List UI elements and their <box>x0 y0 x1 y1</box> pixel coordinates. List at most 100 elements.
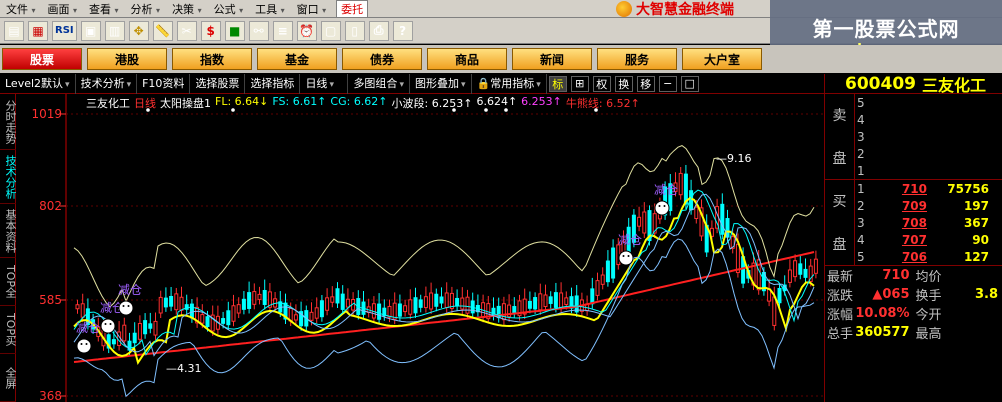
period-dropdown[interactable]: 日线 ▾ <box>300 73 349 94</box>
sell-row-5[interactable]: 5 <box>855 94 1002 111</box>
buy-volume: 75756 <box>947 181 989 196</box>
tech-analysis-dropdown[interactable]: 技术分析 ▾ <box>76 73 138 94</box>
kline-chart[interactable]: 1019 802 585 368 —9.16 —4.31 减仓 减仓 减仓 减仓 减仓 三友化工 日… <box>16 94 824 402</box>
select-indicator-button[interactable]: 选择指标 <box>245 73 301 94</box>
nav-fund[interactable]: 基金 <box>257 48 337 70</box>
signal-face-icon <box>100 318 116 334</box>
select-stock-button[interactable]: 选择股票 <box>190 73 246 94</box>
candle-body <box>548 296 553 304</box>
chart-icon[interactable]: ▦ <box>28 20 48 41</box>
move-icon[interactable]: ✥ <box>128 20 149 41</box>
print-icon[interactable]: ⎙ <box>368 20 389 41</box>
candle-body <box>678 172 683 196</box>
nav-bond[interactable]: 债券 <box>342 48 422 70</box>
quote-cell: 最新 710 <box>825 266 914 285</box>
menu-window[interactable]: 窗口 ▾ <box>291 1 333 17</box>
mark-button[interactable]: 标 <box>548 75 567 92</box>
menu-file[interactable]: 文件 ▾ <box>0 1 42 17</box>
candle-body <box>247 292 252 309</box>
candle-body <box>75 304 80 310</box>
nav-hk[interactable]: 港股 <box>87 48 167 70</box>
candle-body <box>553 292 558 308</box>
filter-icon[interactable]: ≡ <box>272 20 293 41</box>
candle-body <box>345 298 350 308</box>
tab-tech-analysis[interactable]: 技术分析 <box>0 150 17 204</box>
buy-level: 2 <box>857 198 865 213</box>
nav-stocks[interactable]: 股票 <box>2 48 82 70</box>
move-button[interactable]: 移 <box>636 75 655 92</box>
signal-face-icon <box>618 250 634 266</box>
f10-button[interactable]: F10资料 <box>137 73 191 94</box>
buy-row-3[interactable]: 3 708 367 <box>855 214 1002 231</box>
doc-icon[interactable]: ▯ <box>344 20 365 41</box>
buy-level: 5 <box>857 249 865 264</box>
candle-body <box>803 268 808 278</box>
quote-value: 710 <box>882 268 910 283</box>
menu-formula[interactable]: 公式 ▾ <box>208 1 250 17</box>
nav-service[interactable]: 服务 <box>597 48 677 70</box>
nav-vip-room[interactable]: 大户室 <box>682 48 762 70</box>
entrust-button[interactable]: 委托 <box>336 0 369 18</box>
chart-canvas[interactable]: 1019802585368—9.16—4.31减仓减仓减仓减仓减仓 <box>16 94 824 402</box>
quote-label: 总手 <box>827 327 854 342</box>
signal-eye-icon <box>663 205 666 207</box>
alarm-icon[interactable]: ⏰ <box>296 20 317 41</box>
buy-row-1[interactable]: 1 710 75756 <box>855 180 1002 197</box>
maximize-icon[interactable]: □ <box>680 75 699 92</box>
grid-icon[interactable]: ▣ <box>80 20 101 41</box>
minimize-icon[interactable]: − <box>658 75 677 92</box>
candle-body <box>132 332 137 344</box>
tab-top-all[interactable]: TOP全 <box>0 258 17 306</box>
common-indicator-dropdown[interactable]: 🔒常用指标 ▾ <box>472 73 547 94</box>
candle-body <box>455 297 460 307</box>
quote-value: 3.8 <box>974 287 998 302</box>
multi-chart-dropdown[interactable]: 多图组合 ▾ <box>348 73 410 94</box>
binoculars-icon[interactable]: ⚯ <box>248 20 269 41</box>
menu-decision[interactable]: 决策 ▾ <box>166 1 208 17</box>
candle-body <box>777 287 782 304</box>
buy-level: 1 <box>857 181 865 196</box>
menu-analysis[interactable]: 分析 ▾ <box>125 1 167 17</box>
rights-button[interactable]: 权 <box>592 75 611 92</box>
dollar-button[interactable]: $ <box>200 20 221 41</box>
level2-dropdown[interactable]: Level2默认 ▾ <box>0 73 76 94</box>
sell-row-1[interactable]: 1 <box>855 162 1002 179</box>
tab-fundamentals[interactable]: 基本资料 <box>0 204 17 258</box>
nav-commodity[interactable]: 商品 <box>427 48 507 70</box>
buy-price: 710 <box>901 181 927 196</box>
sell-row-4[interactable]: 4 <box>855 111 1002 128</box>
buy-row-4[interactable]: 4 707 90 <box>855 231 1002 248</box>
rsi-button[interactable]: RSI <box>52 20 77 41</box>
crosshair-icon[interactable]: ⊞ <box>570 75 589 92</box>
buy-orderbook: 买 盘 1 710 75756 2 709 197 3 708 367 4 707 90 5 706 127 <box>825 180 1002 266</box>
window-icon[interactable]: ▢ <box>320 20 341 41</box>
menu-view[interactable]: 画面 ▾ <box>42 1 84 17</box>
cut-icon[interactable]: ✂ <box>176 20 197 41</box>
sell-row-2[interactable]: 2 <box>855 145 1002 162</box>
tab-fullscreen[interactable]: 全屏 <box>0 354 17 402</box>
turnover-button[interactable]: 换 <box>614 75 633 92</box>
buy-row-5[interactable]: 5 706 127 <box>855 248 1002 265</box>
indicator-icon[interactable]: ■ <box>224 20 245 41</box>
chart-toolbar: Level2默认 ▾ 技术分析 ▾ F10资料 选择股票 选择指标 日线 ▾ 多图组合… <box>0 73 824 94</box>
help-button[interactable]: ? <box>392 20 413 41</box>
sell-row-3[interactable]: 3 <box>855 128 1002 145</box>
quote-cell: 均价 <box>914 266 1002 285</box>
tab-intraday[interactable]: 分时走势 <box>0 94 17 150</box>
overlay-dropdown[interactable]: 图形叠加 ▾ <box>410 73 472 94</box>
ruler-icon[interactable]: 📏 <box>152 20 173 41</box>
menu-look[interactable]: 查看 ▾ <box>83 1 125 17</box>
candle-body <box>153 320 158 336</box>
signal-eye-icon <box>109 323 112 325</box>
bar-icon[interactable]: ▥ <box>104 20 125 41</box>
nav-index[interactable]: 指数 <box>172 48 252 70</box>
signal-label: 减仓 <box>76 321 100 335</box>
candle-body <box>241 298 246 310</box>
candle-body <box>605 260 610 283</box>
nav-news[interactable]: 新闻 <box>512 48 592 70</box>
menu-tools[interactable]: 工具 ▾ <box>249 1 291 17</box>
text-icon[interactable]: ▤ <box>4 20 24 41</box>
candle-body <box>813 258 818 274</box>
buy-row-2[interactable]: 2 709 197 <box>855 197 1002 214</box>
tab-top-buy[interactable]: TOP买 <box>0 306 17 354</box>
